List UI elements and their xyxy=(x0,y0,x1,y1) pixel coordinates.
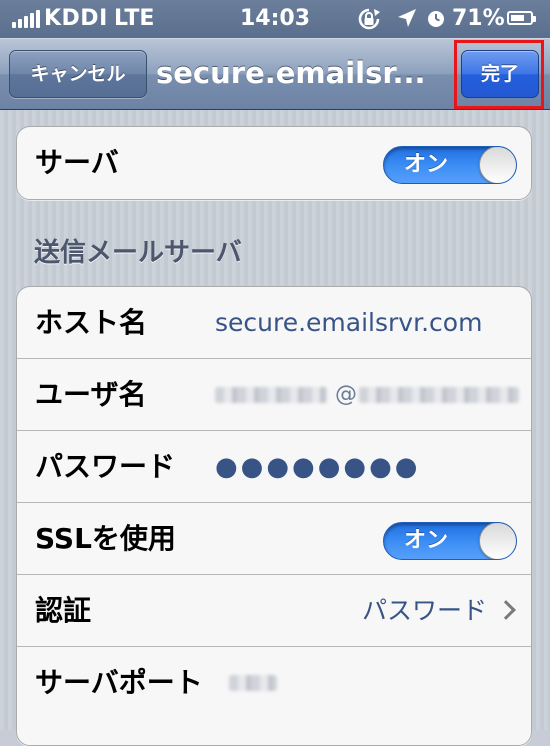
port-field[interactable] xyxy=(229,647,519,719)
server-row: サーバ オン xyxy=(17,127,531,199)
server-label: サーバ xyxy=(35,146,119,179)
location-arrow-icon xyxy=(398,9,416,27)
server-toggle[interactable]: オン xyxy=(383,146,517,184)
host-label: ホスト名 xyxy=(35,306,148,339)
settings-content: サーバ オン 送信メールサーバ ホスト名 secure.emailsrvr.co… xyxy=(0,110,550,746)
auth-label: 認証 xyxy=(35,594,92,627)
port-row[interactable]: サーバポート xyxy=(17,647,531,719)
toggle-knob xyxy=(479,523,516,559)
password-label: パスワード xyxy=(35,450,176,483)
rotation-lock-icon xyxy=(358,8,380,30)
password-row[interactable]: パスワード ●●●●●●●● xyxy=(17,431,531,503)
ssl-row: SSLを使用 オン xyxy=(17,503,531,575)
battery-percentage: 71% xyxy=(452,6,505,31)
auth-value: パスワード xyxy=(361,596,487,625)
outgoing-server-header: 送信メールサーバ xyxy=(34,238,242,268)
server-toggle-label: オン xyxy=(404,152,449,177)
outgoing-server-group: ホスト名 secure.emailsrvr.com ユーザ名 @ パスワード ●… xyxy=(16,286,532,746)
username-field[interactable] xyxy=(215,359,525,431)
cancel-button[interactable]: キャンセル xyxy=(9,50,147,98)
host-row[interactable]: ホスト名 secure.emailsrvr.com xyxy=(17,287,531,359)
navigation-bar: キャンセル secure.emailsr... 完了 xyxy=(0,38,550,110)
port-label: サーバポート xyxy=(35,666,203,699)
done-button[interactable]: 完了 xyxy=(461,50,539,98)
ssl-toggle[interactable]: オン xyxy=(383,522,517,560)
username-row[interactable]: ユーザ名 @ xyxy=(17,359,531,431)
username-label: ユーザ名 xyxy=(35,378,147,411)
page-title: secure.emailsr... xyxy=(156,56,426,90)
ssl-label: SSLを使用 xyxy=(35,522,176,555)
battery-icon xyxy=(507,11,536,25)
ssl-toggle-label: オン xyxy=(404,528,449,553)
server-group: サーバ オン xyxy=(16,126,532,200)
alarm-clock-icon xyxy=(428,11,444,27)
status-bar: KDDI LTE 14:03 71% xyxy=(0,0,550,38)
password-field[interactable]: ●●●●●●●● xyxy=(215,431,421,503)
toggle-knob xyxy=(479,147,516,183)
chevron-right-icon xyxy=(496,600,516,620)
auth-row[interactable]: 認証 パスワード xyxy=(17,575,531,647)
host-field[interactable]: secure.emailsrvr.com xyxy=(215,287,482,359)
